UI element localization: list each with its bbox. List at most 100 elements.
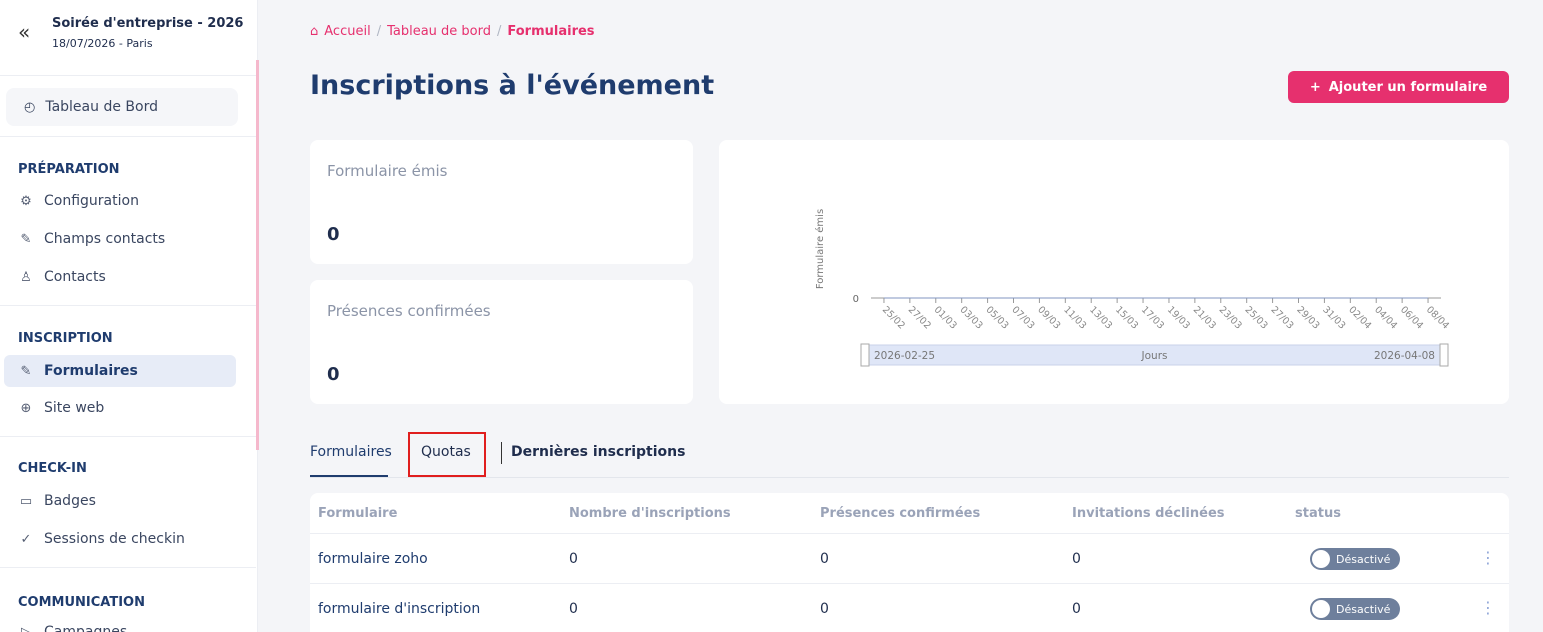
x-tick-label: 31/03: [1320, 304, 1347, 331]
send-icon: ▷: [21, 624, 31, 632]
toggle-knob: [1312, 600, 1330, 618]
sidebar-item-label: Badges: [44, 493, 96, 509]
edit-icon: ✎: [20, 363, 32, 379]
x-tick-label: 13/03: [1087, 304, 1114, 331]
page-title: Inscriptions à l'événement: [310, 70, 715, 101]
range-end-label: 2026-04-08: [1374, 350, 1435, 362]
user-icon: ♙: [20, 269, 32, 285]
sidebar-item-badges[interactable]: ▭ Badges: [18, 493, 96, 509]
column-header[interactable]: Présences confirmées: [820, 506, 980, 521]
stat-card-formulaires-emis: Formulaire émis 0: [310, 140, 693, 264]
sidebar-scroll-accent: [256, 60, 259, 450]
event-title: Soirée d'entreprise - 2026: [52, 16, 244, 31]
section-title-inscription: INSCRIPTION: [18, 331, 113, 346]
column-header[interactable]: Invitations déclinées: [1072, 506, 1225, 521]
sidebar-item-contacts[interactable]: ♙ Contacts: [18, 269, 106, 285]
x-tick-label: 06/04: [1398, 304, 1425, 331]
event-header: « Soirée d'entreprise - 2026 18/07/2026 …: [0, 0, 256, 76]
cell-declinees: 0: [1072, 601, 1081, 617]
tab-divider: [501, 442, 502, 464]
stat-value: 0: [327, 224, 340, 245]
breadcrumb-separator: /: [376, 24, 382, 39]
sidebar-item-sessions-checkin[interactable]: ✓ Sessions de checkin: [18, 531, 185, 547]
x-tick-label: 01/03: [932, 304, 959, 331]
sidebar-item-configuration[interactable]: ⚙ Configuration: [18, 193, 139, 209]
globe-icon: ⊕: [20, 400, 32, 416]
sidebar-item-label: Sessions de checkin: [44, 531, 185, 547]
range-start-label: 2026-02-25: [874, 350, 935, 362]
active-tab-underline: [310, 475, 388, 477]
x-tick-label: 03/03: [958, 304, 985, 331]
table-row[interactable]: formulaire zoho 0 0 0 Désactivé ⋮: [310, 533, 1509, 583]
add-form-label: Ajouter un formulaire: [1328, 79, 1488, 95]
breadcrumb-dashboard[interactable]: Tableau de bord: [387, 24, 491, 39]
x-tick-label: 19/03: [1165, 304, 1192, 331]
form-name-link[interactable]: formulaire d'inscription: [318, 601, 480, 617]
breadcrumb-separator: /: [497, 24, 502, 39]
registrations-chart: Formulaire émis 0 25/0227/0201/0303/0305/0…: [814, 209, 1451, 367]
sidebar-item-site-web[interactable]: ⊕ Site web: [18, 400, 105, 416]
gear-icon: ⚙: [20, 193, 32, 209]
cell-presences: 0: [820, 551, 829, 567]
sidebar-item-label: Configuration: [44, 193, 139, 209]
more-options-icon[interactable]: ⋮: [1480, 548, 1496, 567]
x-tick-label: 07/03: [1009, 304, 1036, 331]
status-toggle[interactable]: Désactivé: [1310, 598, 1400, 620]
sidebar-item-campagnes[interactable]: ▷ Campagnes: [18, 624, 127, 632]
sidebar-item-label: Contacts: [44, 269, 106, 285]
toggle-knob: [1312, 550, 1330, 568]
breadcrumb-home[interactable]: Accueil: [324, 24, 370, 39]
cell-inscriptions: 0: [569, 551, 578, 567]
collapse-sidebar-icon[interactable]: «: [18, 20, 30, 44]
y-tick-label: 0: [853, 294, 859, 305]
divider: [0, 136, 256, 137]
stat-label: Présences confirmées: [327, 302, 491, 320]
add-form-button[interactable]: + Ajouter un formulaire: [1288, 71, 1509, 103]
sidebar-item-dashboard[interactable]: ◴ Tableau de Bord: [6, 88, 238, 126]
status-label: Désactivé: [1336, 602, 1391, 616]
section-title-check-in: CHECK-IN: [18, 461, 87, 476]
x-tick-label: 29/03: [1294, 304, 1321, 331]
home-icon[interactable]: ⌂: [310, 24, 318, 39]
tab-formulaires[interactable]: Formulaires: [310, 444, 392, 460]
cell-declinees: 0: [1072, 551, 1081, 567]
sidebar-item-label: Campagnes: [44, 624, 128, 632]
column-header[interactable]: status: [1295, 506, 1341, 521]
form-name-link[interactable]: formulaire zoho: [318, 551, 428, 567]
x-tick-label: 04/04: [1372, 304, 1399, 331]
table-row[interactable]: formulaire d'inscription 0 0 0 Désactivé…: [310, 583, 1509, 632]
stat-card-presences-confirmees: Présences confirmées 0: [310, 280, 693, 404]
more-options-icon[interactable]: ⋮: [1480, 598, 1496, 617]
x-axis-label: Jours: [1141, 350, 1168, 362]
divider: [0, 436, 256, 437]
plus-icon: +: [1309, 79, 1321, 95]
stat-value: 0: [327, 364, 340, 385]
column-header[interactable]: Nombre d'inscriptions: [569, 506, 731, 521]
x-tick-label: 08/04: [1424, 304, 1451, 331]
status-label: Désactivé: [1336, 552, 1391, 566]
sidebar-item-champs-contacts[interactable]: ✎ Champs contacts: [18, 231, 166, 247]
tab-dernieres-inscriptions[interactable]: Dernières inscriptions: [511, 444, 685, 460]
cell-inscriptions: 0: [569, 601, 578, 617]
range-handle-start: [860, 343, 870, 367]
stat-label: Formulaire émis: [327, 162, 448, 180]
x-tick-label: 02/04: [1346, 304, 1373, 331]
x-tick-label: 21/03: [1191, 304, 1218, 331]
badge-icon: ▭: [19, 493, 33, 509]
tab-quotas[interactable]: Quotas: [421, 444, 471, 460]
sidebar-item-label: Site web: [44, 400, 105, 416]
edit-icon: ✎: [20, 231, 32, 247]
sidebar-item-label: Tableau de Bord: [45, 99, 158, 115]
x-tick-label: 05/03: [983, 304, 1010, 331]
forms-table: Formulaire Nombre d'inscriptions Présenc…: [310, 493, 1509, 632]
section-title-preparation: PRÉPARATION: [18, 162, 120, 177]
tabs-bar: Formulaires Quotas Dernières inscription…: [310, 430, 1509, 478]
range-handle-end: [1439, 343, 1449, 367]
column-header[interactable]: Formulaire: [318, 506, 397, 521]
y-axis-label: Formulaire émis: [814, 209, 826, 289]
sidebar-item-formulaires[interactable]: ✎ Formulaires: [18, 363, 138, 379]
breadcrumb-current: Formulaires: [507, 24, 595, 39]
sidebar-item-label: Formulaires: [44, 363, 138, 379]
section-title-communication: COMMUNICATION: [18, 595, 145, 610]
status-toggle[interactable]: Désactivé: [1310, 548, 1400, 570]
